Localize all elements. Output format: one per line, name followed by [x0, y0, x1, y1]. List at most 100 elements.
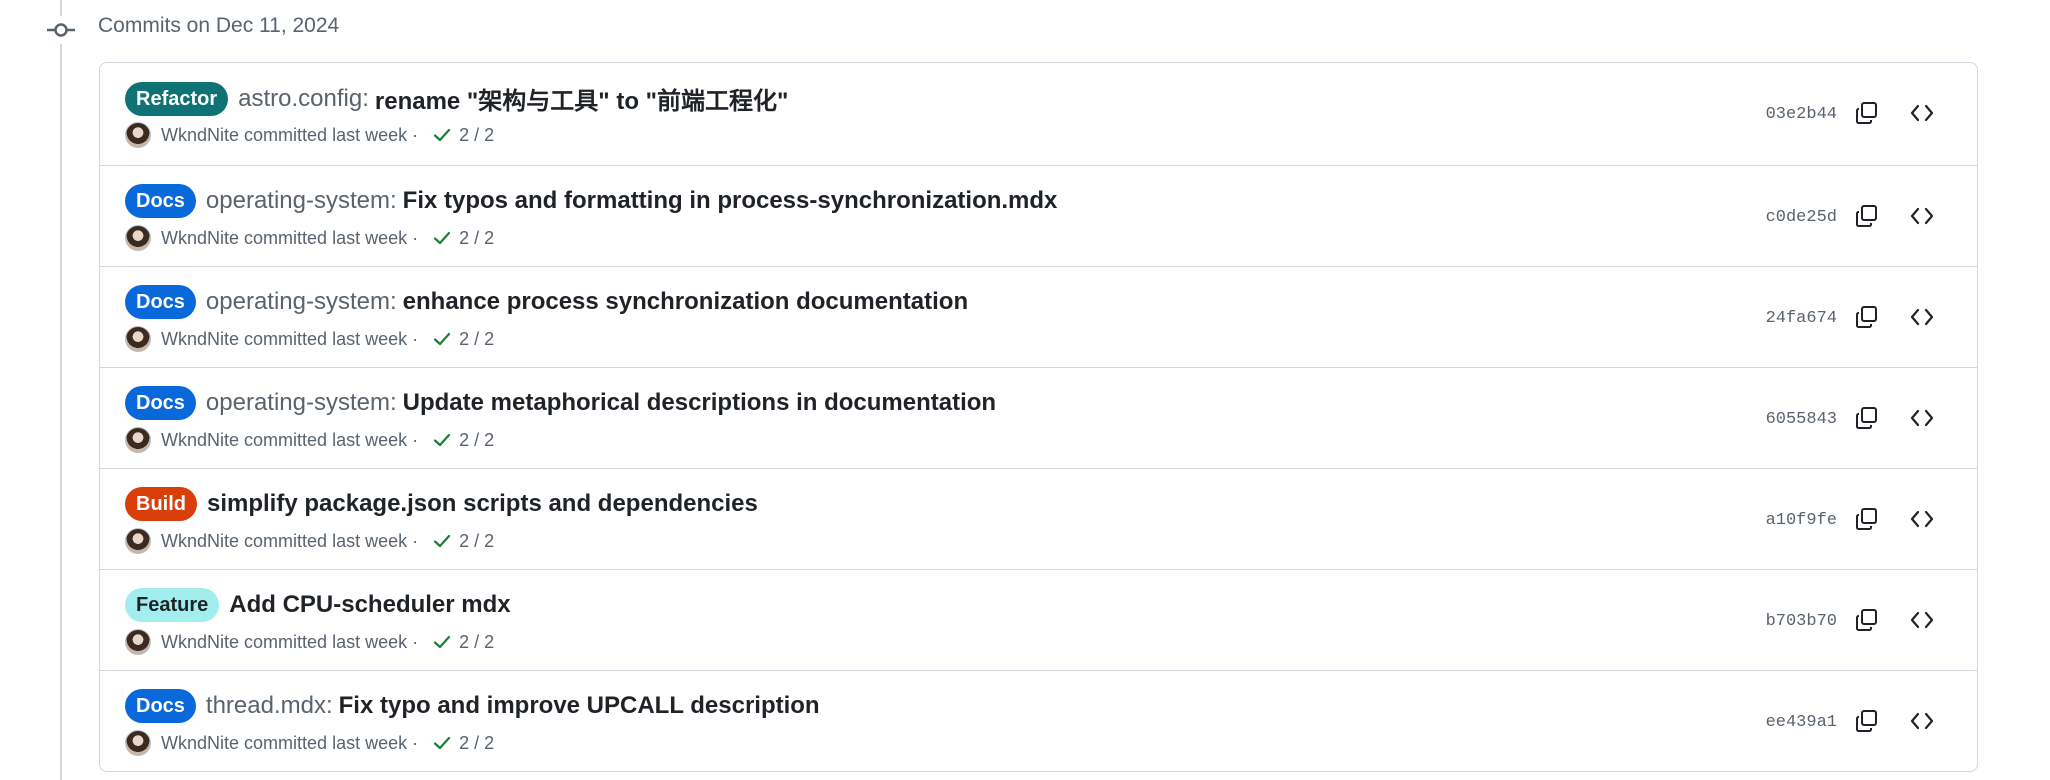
- commit-type-badge[interactable]: Docs: [125, 285, 196, 319]
- checks-status[interactable]: 2 / 2: [459, 329, 494, 350]
- copy-icon: [1854, 405, 1880, 436]
- commit-author[interactable]: WkndNite: [161, 228, 239, 249]
- browse-repo-button[interactable]: [1906, 202, 1938, 234]
- commit-author[interactable]: WkndNite: [161, 125, 239, 146]
- commit-meta: WkndNite committed last week · 2 / 2: [125, 629, 494, 655]
- commit-type-badge[interactable]: Docs: [125, 689, 196, 723]
- commit-scope[interactable]: operating-system:: [206, 187, 397, 215]
- commit-title: Build simplify package.json scripts and …: [125, 487, 758, 521]
- check-icon[interactable]: [433, 633, 451, 651]
- commit-sha[interactable]: 6055843: [1766, 410, 1837, 429]
- browse-repo-button[interactable]: [1906, 303, 1938, 335]
- check-icon[interactable]: [433, 126, 451, 144]
- commit-author[interactable]: WkndNite: [161, 632, 239, 653]
- checks-status[interactable]: 2 / 2: [459, 430, 494, 451]
- commit-type-badge[interactable]: Docs: [125, 386, 196, 420]
- commit-scope[interactable]: operating-system:: [206, 288, 397, 316]
- copy-sha-button[interactable]: [1851, 99, 1883, 131]
- check-icon[interactable]: [433, 330, 451, 348]
- copy-sha-button[interactable]: [1851, 202, 1883, 234]
- commit-time: committed last week ·: [244, 328, 424, 349]
- commit-meta: WkndNite committed last week · 2 / 2: [125, 427, 494, 453]
- commit-sha[interactable]: ee439a1: [1766, 713, 1837, 732]
- avatar[interactable]: [125, 629, 151, 655]
- code-icon: [1909, 405, 1935, 436]
- check-icon[interactable]: [433, 734, 451, 752]
- git-commit-icon: [47, 16, 75, 44]
- avatar[interactable]: [125, 528, 151, 554]
- commit-type-badge[interactable]: Build: [125, 487, 197, 521]
- commit-type-badge[interactable]: Docs: [125, 184, 196, 218]
- copy-sha-button[interactable]: [1851, 303, 1883, 335]
- commit-sha[interactable]: 03e2b44: [1766, 105, 1837, 124]
- copy-icon: [1854, 506, 1880, 537]
- commit-time: committed last week ·: [244, 429, 424, 450]
- copy-sha-button[interactable]: [1851, 707, 1883, 739]
- commit-time: committed last week ·: [244, 631, 424, 652]
- checks-status[interactable]: 2 / 2: [459, 125, 494, 146]
- commit-meta: WkndNite committed last week · 2 / 2: [125, 122, 494, 148]
- commit-scope[interactable]: astro.config:: [238, 85, 369, 113]
- timeline-line: [60, 0, 62, 780]
- commit-author[interactable]: WkndNite: [161, 430, 239, 451]
- commit-message-link[interactable]: Fix typo and improve UPCALL description: [339, 692, 820, 720]
- avatar[interactable]: [125, 122, 151, 148]
- commit-message-link[interactable]: rename "架构与工具" to "前端工程化": [375, 81, 789, 116]
- checks-status[interactable]: 2 / 2: [459, 228, 494, 249]
- browse-repo-button[interactable]: [1906, 606, 1938, 638]
- commit-group-title: Commits on Dec 11, 2024: [98, 14, 340, 37]
- commit-sha[interactable]: a10f9fe: [1766, 511, 1837, 530]
- commit-title: Feature Add CPU-scheduler mdx: [125, 588, 511, 622]
- commit-message-link[interactable]: enhance process synchronization document…: [403, 288, 968, 316]
- browse-repo-button[interactable]: [1906, 505, 1938, 537]
- commit-row: Refactor astro.config: rename "架构与工具" to…: [100, 63, 1977, 165]
- commit-message-link[interactable]: Update metaphorical descriptions in docu…: [403, 389, 996, 417]
- avatar[interactable]: [125, 326, 151, 352]
- commit-type-badge[interactable]: Feature: [125, 588, 220, 622]
- copy-sha-button[interactable]: [1851, 505, 1883, 537]
- commit-time: committed last week ·: [244, 732, 424, 753]
- check-icon[interactable]: [433, 532, 451, 550]
- commit-message-link[interactable]: Add CPU-scheduler mdx: [229, 591, 510, 619]
- copy-icon: [1854, 304, 1880, 335]
- commit-author[interactable]: WkndNite: [161, 329, 239, 350]
- commit-author[interactable]: WkndNite: [161, 531, 239, 552]
- avatar[interactable]: [125, 427, 151, 453]
- commit-title: Refactor astro.config: rename "架构与工具" to…: [125, 81, 788, 116]
- commit-type-badge[interactable]: Refactor: [125, 81, 229, 116]
- avatar[interactable]: [125, 225, 151, 251]
- commit-scope[interactable]: operating-system:: [206, 389, 397, 417]
- commit-meta: WkndNite committed last week · 2 / 2: [125, 730, 494, 756]
- commit-title: Docs operating-system: Fix typos and for…: [125, 184, 1057, 218]
- code-icon: [1909, 304, 1935, 335]
- code-icon: [1909, 708, 1935, 739]
- commit-author[interactable]: WkndNite: [161, 733, 239, 754]
- commit-sha[interactable]: b703b70: [1766, 612, 1837, 631]
- check-icon[interactable]: [433, 229, 451, 247]
- browse-repo-button[interactable]: [1906, 404, 1938, 436]
- copy-icon: [1854, 708, 1880, 739]
- commit-row: Docs operating-system: Fix typos and for…: [100, 165, 1977, 266]
- checks-status[interactable]: 2 / 2: [459, 531, 494, 552]
- browse-repo-button[interactable]: [1906, 99, 1938, 131]
- commit-scope[interactable]: thread.mdx:: [206, 692, 333, 720]
- checks-status[interactable]: 2 / 2: [459, 632, 494, 653]
- commit-time: committed last week ·: [244, 227, 424, 248]
- commit-row: Docs operating-system: enhance process s…: [100, 266, 1977, 367]
- commit-sha[interactable]: 24fa674: [1766, 309, 1837, 328]
- commit-meta: WkndNite committed last week · 2 / 2: [125, 225, 494, 251]
- browse-repo-button[interactable]: [1906, 707, 1938, 739]
- checks-status[interactable]: 2 / 2: [459, 733, 494, 754]
- code-icon: [1909, 100, 1935, 131]
- avatar[interactable]: [125, 730, 151, 756]
- commit-message-link[interactable]: simplify package.json scripts and depend…: [207, 490, 758, 518]
- copy-sha-button[interactable]: [1851, 404, 1883, 436]
- code-icon: [1909, 607, 1935, 638]
- check-icon[interactable]: [433, 431, 451, 449]
- commit-sha[interactable]: c0de25d: [1766, 208, 1837, 227]
- copy-sha-button[interactable]: [1851, 606, 1883, 638]
- commit-time: committed last week ·: [244, 124, 424, 145]
- commit-time: committed last week ·: [244, 530, 424, 551]
- commit-message-link[interactable]: Fix typos and formatting in process-sync…: [403, 187, 1058, 215]
- copy-icon: [1854, 203, 1880, 234]
